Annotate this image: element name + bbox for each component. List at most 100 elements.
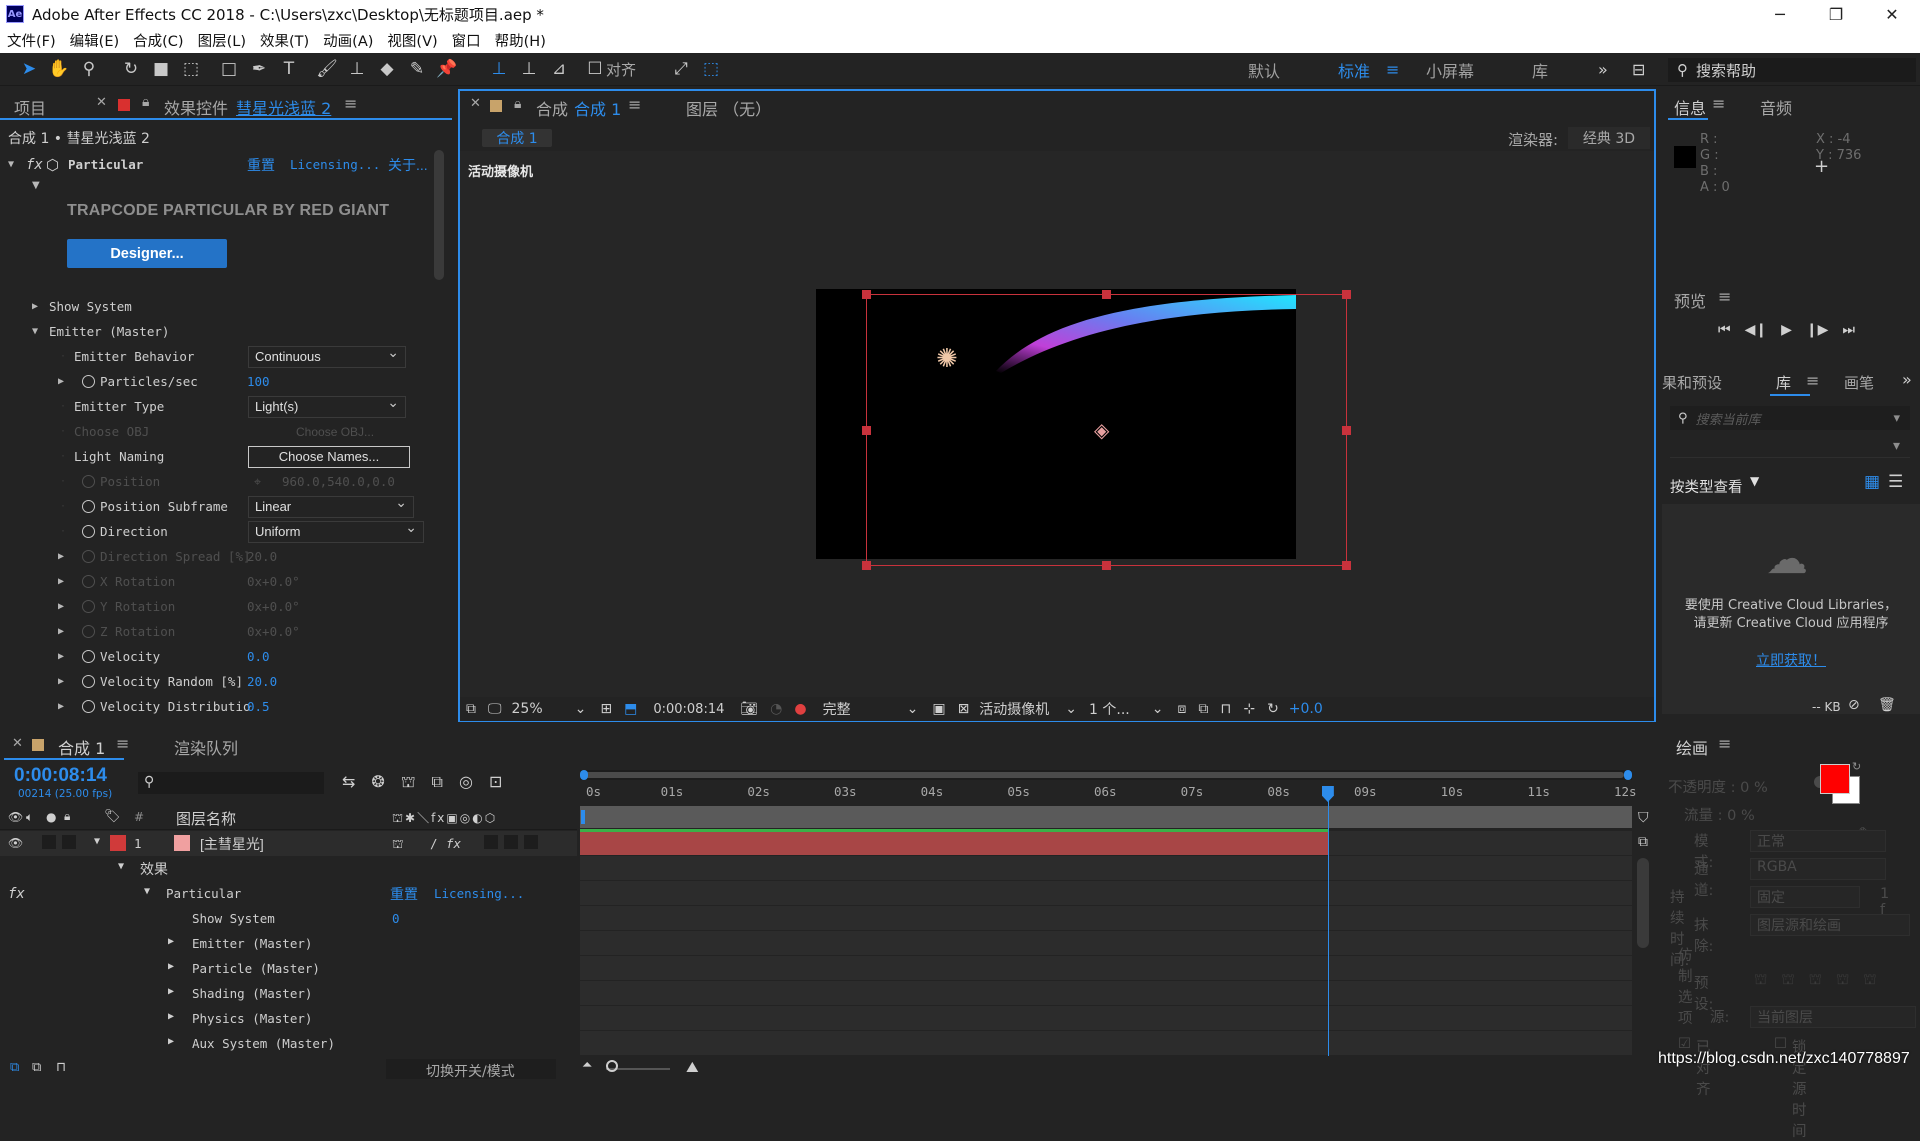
fx-icon[interactable]: fx — [26, 157, 43, 173]
effects-group-row[interactable]: ▼ 效果 — [0, 856, 577, 881]
chevron-down-icon[interactable]: ⌄ — [1152, 701, 1164, 717]
rectangle-tool-icon[interactable]: □ — [216, 56, 242, 82]
expand-arrow-icon[interactable]: ▼ — [118, 861, 124, 872]
stopwatch-icon[interactable] — [82, 500, 95, 513]
expand-arrow-icon[interactable]: ▶ — [58, 601, 64, 612]
region-of-interest-icon[interactable]: ▣ — [932, 701, 945, 717]
layer-row[interactable]: 👁︎ ▼ 1 [主彗星光] ⛫ / fx — [0, 831, 577, 856]
lock-icon[interactable]: 🔒︎ — [142, 94, 149, 110]
effect-property-row[interactable]: ▶ Direction Spread [%] 20.0 — [0, 544, 430, 569]
caret-down-icon[interactable]: ▼ — [1750, 474, 1759, 488]
effect-property-row[interactable]: ▶ Velocity Random [%] 20.0 — [0, 669, 430, 694]
menu-animation[interactable]: 动画(A) — [316, 30, 380, 51]
in-out-toggle-icon[interactable]: ⊓ — [56, 1060, 66, 1075]
collapse-arrow-icon[interactable]: ▼ — [32, 326, 38, 337]
licensing-link[interactable]: Licensing... — [290, 157, 380, 172]
flowchart-icon[interactable]: ⊹ — [1243, 701, 1255, 717]
motion-blur-icon[interactable]: ◎ — [459, 772, 473, 793]
stopwatch-icon[interactable] — [82, 375, 95, 388]
clone-stamp-tool-icon[interactable]: ⊥ — [344, 56, 370, 82]
eye-icon[interactable]: 👁︎ — [8, 836, 23, 850]
menu-help[interactable]: 帮助(H) — [488, 30, 553, 51]
last-frame-icon[interactable]: ⏭ — [1842, 322, 1855, 338]
panel-menu-icon[interactable]: ≡ — [1712, 94, 1725, 113]
layer-search-input[interactable]: ⚲ — [138, 772, 324, 794]
property-dropdown[interactable]: Linear — [248, 494, 414, 518]
show-system-row[interactable]: Show System 0 — [0, 906, 577, 931]
pan-behind-tool-icon[interactable]: ⬚ — [178, 56, 204, 82]
paint-mode-select[interactable]: 正常 — [1750, 830, 1886, 852]
effect-property-row[interactable]: ▶ Z Rotation 0x+0.0° — [0, 619, 430, 644]
comp-mini-flowchart-icon[interactable]: ⇆ — [342, 772, 355, 793]
effect-property-row[interactable]: ▶ Particles/sec 100 — [0, 369, 430, 394]
lock-box[interactable] — [62, 835, 76, 849]
always-preview-icon[interactable]: ⧉ — [466, 701, 476, 717]
solo-box[interactable] — [42, 835, 56, 849]
rotate-tool-icon[interactable]: ↻ — [118, 56, 144, 82]
more-workspaces-icon[interactable]: » — [1598, 53, 1608, 86]
more-panels-icon[interactable]: » — [1902, 370, 1912, 389]
selection-tool-icon[interactable]: ➤ — [16, 56, 42, 82]
panel-menu-icon[interactable]: ≡ — [116, 734, 129, 753]
workspace-default[interactable]: 默认 — [1248, 53, 1280, 86]
close-icon[interactable]: ✕ — [1864, 0, 1920, 28]
fx-icon[interactable]: fx — [8, 886, 25, 902]
expand-arrow-icon[interactable]: ▶ — [32, 301, 38, 312]
tab-info[interactable]: 信息 — [1674, 95, 1706, 119]
stopwatch-icon[interactable] — [82, 675, 95, 688]
resolution-select[interactable]: 完整 — [823, 699, 851, 719]
tab-render-queue[interactable]: 渲染队列 — [174, 735, 238, 759]
frame-blending-icon[interactable]: ⧉ — [432, 772, 443, 793]
expand-arrow-icon[interactable]: ▶ — [58, 376, 64, 387]
expand-arrow-icon[interactable]: ▶ — [58, 576, 64, 587]
expand-arrow-icon[interactable]: ▶ — [168, 1011, 174, 1022]
play-icon[interactable]: ▶ — [1781, 322, 1792, 338]
previous-frame-icon[interactable]: ◀❙ — [1745, 322, 1768, 338]
effect-property-row[interactable]: ▶ Velocity Distributio 0.5 — [0, 694, 430, 719]
panel-menu-icon[interactable]: ≡ — [628, 95, 641, 114]
collapse-arrow-icon[interactable]: ▼ — [8, 159, 14, 170]
bbox-handle[interactable] — [862, 426, 871, 435]
tab-project[interactable]: 项目 — [14, 95, 46, 119]
puppet-tool-icon[interactable]: 📌 — [434, 56, 460, 82]
stopwatch-icon[interactable] — [82, 575, 95, 588]
lock-icon[interactable]: 🔒︎ — [514, 96, 521, 112]
eye-icon[interactable]: 👁︎ — [8, 810, 23, 824]
panel-menu-icon[interactable]: ≡ — [344, 94, 357, 113]
bbox-handle[interactable] — [1342, 290, 1351, 299]
monitor-icon[interactable]: 🖵︎ — [488, 701, 502, 717]
comp-navigator-tab[interactable]: 合成 1 — [482, 129, 552, 147]
licensing-link[interactable]: Licensing... — [434, 886, 524, 901]
zoom-in-icon[interactable]: ⛰ — [686, 1058, 699, 1076]
clone-source-select[interactable]: 当前图层 — [1750, 1006, 1916, 1028]
bbox-handle[interactable] — [862, 561, 871, 570]
modes-toggle-icon[interactable]: ⧉ — [32, 1060, 41, 1075]
swap-colors-icon[interactable]: ↻ — [1852, 760, 1861, 773]
effect-property-row[interactable]: ▶ X Rotation 0x+0.0° — [0, 569, 430, 594]
foreground-color-swatch[interactable] — [1820, 764, 1850, 794]
anchor-point-icon[interactable]: ◈ — [1094, 418, 1109, 442]
layer-name[interactable]: [主彗星光] — [200, 834, 264, 854]
effect-group-row[interactable]: ▶ Shading (Master) — [0, 981, 577, 1006]
expand-arrow-icon[interactable]: ▶ — [58, 551, 64, 562]
tab-timeline-comp[interactable]: 合成 1 — [58, 735, 105, 759]
minimize-icon[interactable]: ─ — [1752, 0, 1808, 28]
effect-property-row[interactable]: ▶ Y Rotation 0x+0.0° — [0, 594, 430, 619]
expand-arrow-icon[interactable]: ▶ — [168, 986, 174, 997]
effect-property-row[interactable]: · Light Naming Choose Names... — [0, 444, 430, 469]
viewer-timecode[interactable]: 0:00:08:14 — [653, 702, 724, 717]
eraser-tool-icon[interactable]: ◆ — [374, 56, 400, 82]
brush-tool-icon[interactable]: 🖌 — [314, 56, 340, 82]
property-value[interactable]: 20.0 — [247, 674, 277, 689]
workspace-panel-icon[interactable]: ⊟ — [1632, 53, 1645, 86]
fit-frame-icon[interactable]: ⊞ — [600, 701, 612, 717]
toggle-switches-modes-button[interactable]: 切换开关/模式 — [386, 1059, 556, 1080]
effect-property-row[interactable]: · Position Subframe Linear — [0, 494, 430, 519]
world-axis-icon[interactable]: ⊥ — [516, 56, 542, 82]
work-area-bar[interactable] — [580, 770, 1632, 780]
about-link[interactable]: 关于... — [388, 155, 428, 175]
comp-marker-icon[interactable]: ⛉ — [1638, 810, 1649, 826]
tab-comp-name[interactable]: 合成 1 — [574, 96, 621, 120]
chevron-down-icon[interactable]: ▾ — [1893, 411, 1900, 426]
reset-link[interactable]: 重置 — [390, 884, 418, 904]
